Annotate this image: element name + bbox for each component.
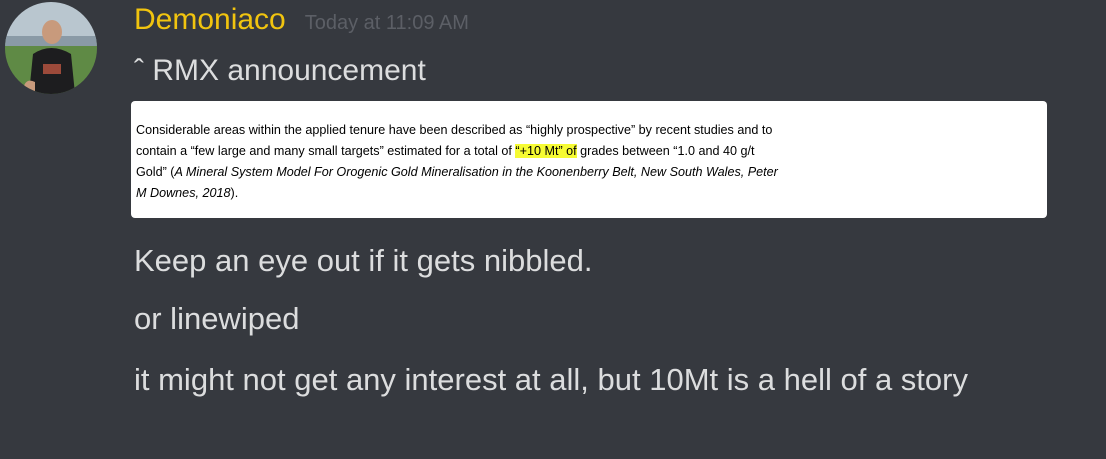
attachment-line-2: contain a “few large and many small targ… [136,141,1044,162]
message-line-3: or linewiped [134,301,300,336]
attachment-line-4: M Downes, 2018). [136,183,1044,204]
attachment-line-1: Considerable areas within the applied te… [136,123,773,137]
message-timestamp: Today at 11:09 AM [304,12,469,34]
message-line-2: Keep an eye out if it gets nibbled. [134,243,593,278]
message-header: Demoniaco Today at 11:09 AM [134,0,469,40]
attachment-citation-end: M Downes, 2018 [136,186,231,200]
attachment-line-3-start: Gold” ( [136,165,175,179]
image-attachment[interactable]: Considerable areas within the applied te… [131,101,1047,218]
highlighted-text: “+10 Mt” of [515,144,577,158]
username[interactable]: Demoniaco [134,0,286,40]
message-line-4: it might not get any interest at all, bu… [134,362,968,397]
attachment-line-3: Gold” (A Mineral System Model For Orogen… [136,162,1044,183]
attachment-line-2-start: contain a “few large and many small targ… [136,144,512,158]
attachment-line-4-end: ). [230,186,239,200]
attachment-citation: A Mineral System Model For Orogenic Gold… [174,165,778,179]
attachment-text: Considerable areas within the applied te… [136,120,1044,204]
attachment-line-2-end: grades between “1.0 and 40 g/t [576,144,755,158]
user-avatar[interactable] [5,2,97,94]
message-line-1: ˆ RMX announcement [134,54,426,87]
avatar-photo [5,2,97,94]
